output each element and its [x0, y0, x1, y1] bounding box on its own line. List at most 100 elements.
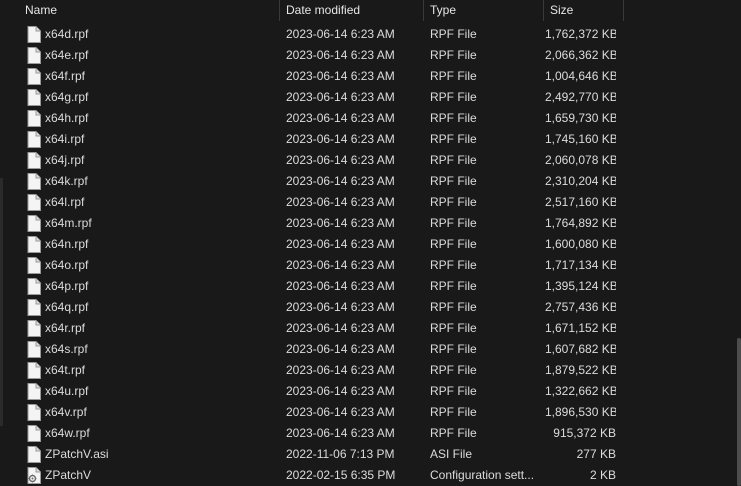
file-size: 2,757,436 KB [545, 300, 616, 314]
file-name: x64o.rpf [45, 258, 89, 272]
file-icon [27, 131, 41, 148]
column-header-name[interactable]: Name [25, 0, 57, 21]
file-name: x64h.rpf [45, 111, 89, 125]
file-date-modified: 2023-06-14 6:23 AM [286, 111, 395, 125]
file-name: x64m.rpf [45, 216, 92, 230]
file-name: x64k.rpf [45, 174, 88, 188]
file-type: RPF File [430, 48, 477, 62]
file-type: RPF File [430, 321, 477, 335]
file-type: RPF File [430, 216, 477, 230]
file-icon [27, 26, 41, 43]
file-icon [27, 215, 41, 232]
file-row[interactable]: x64s.rpf 2023-06-14 6:23 AM RPF File 1,607,… [0, 339, 741, 360]
file-row[interactable]: ZPatchV.asi 2022-11-06 7:13 PM ASI File 277… [0, 444, 741, 465]
file-size: 1,671,152 KB [545, 321, 616, 335]
file-size: 1,322,662 KB [545, 384, 616, 398]
file-row[interactable]: x64m.rpf 2023-06-14 6:23 AM RPF File 1,764,… [0, 213, 741, 234]
file-type: RPF File [430, 426, 477, 440]
file-list: x64d.rpf 2023-06-14 6:23 AM RPF File 1,762,… [0, 24, 741, 486]
file-date-modified: 2023-06-14 6:23 AM [286, 279, 395, 293]
file-name: x64r.rpf [45, 321, 86, 335]
left-pane-edge [0, 178, 3, 426]
file-size: 1,764,892 KB [545, 216, 616, 230]
file-type: RPF File [430, 342, 477, 356]
file-name: x64p.rpf [45, 279, 89, 293]
file-row[interactable]: x64l.rpf 2023-06-14 6:23 AM RPF File 2,517,… [0, 192, 741, 213]
file-date-modified: 2023-06-14 6:23 AM [286, 363, 395, 377]
file-type: RPF File [430, 111, 477, 125]
file-row[interactable]: x64g.rpf 2023-06-14 6:23 AM RPF File 2,492,… [0, 87, 741, 108]
file-type: RPF File [430, 237, 477, 251]
file-row[interactable]: x64u.rpf 2023-06-14 6:23 AM RPF File 1,322,… [0, 381, 741, 402]
file-size: 277 KB [576, 447, 616, 461]
file-row[interactable]: x64j.rpf 2023-06-14 6:23 AM RPF File 2,060,… [0, 150, 741, 171]
file-size: 1,745,160 KB [545, 132, 616, 146]
file-icon [27, 383, 41, 400]
column-header-size[interactable]: Size [550, 0, 573, 21]
settings-file-icon [27, 467, 41, 484]
file-type: RPF File [430, 195, 477, 209]
file-name: ZPatchV.asi [45, 447, 109, 461]
column-divider[interactable] [623, 0, 624, 21]
column-divider[interactable] [279, 0, 280, 21]
file-size: 2,066,362 KB [545, 48, 616, 62]
file-row[interactable]: x64e.rpf 2023-06-14 6:23 AM RPF File 2,066,… [0, 45, 741, 66]
file-explorer-list: Name Date modified Type Size x64d.rpf 202… [0, 0, 741, 486]
file-icon [27, 89, 41, 106]
file-icon [27, 173, 41, 190]
file-row[interactable]: x64o.rpf 2023-06-14 6:23 AM RPF File 1,717,… [0, 255, 741, 276]
file-row[interactable]: x64h.rpf 2023-06-14 6:23 AM RPF File 1,659,… [0, 108, 741, 129]
file-row[interactable]: x64p.rpf 2023-06-14 6:23 AM RPF File 1,395,… [0, 276, 741, 297]
file-date-modified: 2023-06-14 6:23 AM [286, 195, 395, 209]
file-type: RPF File [430, 27, 477, 41]
file-size: 2 KB [589, 468, 616, 482]
file-date-modified: 2023-06-14 6:23 AM [286, 90, 395, 104]
file-type: RPF File [430, 363, 477, 377]
file-date-modified: 2023-06-14 6:23 AM [286, 27, 395, 41]
file-date-modified: 2023-06-14 6:23 AM [286, 426, 395, 440]
file-icon [27, 425, 41, 442]
file-date-modified: 2023-06-14 6:23 AM [286, 342, 395, 356]
column-divider[interactable] [423, 0, 424, 21]
file-row[interactable]: ZPatchV 2022-02-15 6:35 PM Configuration s… [0, 465, 741, 486]
file-row[interactable]: x64v.rpf 2023-06-14 6:23 AM RPF File 1,896,… [0, 402, 741, 423]
file-date-modified: 2023-06-14 6:23 AM [286, 258, 395, 272]
file-row[interactable]: x64t.rpf 2023-06-14 6:23 AM RPF File 1,879,… [0, 360, 741, 381]
file-date-modified: 2023-06-14 6:23 AM [286, 405, 395, 419]
file-date-modified: 2023-06-14 6:23 AM [286, 132, 395, 146]
file-date-modified: 2023-06-14 6:23 AM [286, 237, 395, 251]
file-date-modified: 2022-02-15 6:35 PM [286, 468, 396, 482]
file-icon [27, 341, 41, 358]
vertical-scrollbar[interactable] [735, 0, 741, 486]
file-size: 2,060,078 KB [545, 153, 616, 167]
file-size: 2,310,204 KB [545, 174, 616, 188]
file-size: 1,395,124 KB [545, 279, 616, 293]
file-name: x64j.rpf [45, 153, 85, 167]
file-icon [27, 404, 41, 421]
column-header-date[interactable]: Date modified [286, 0, 360, 21]
file-type: RPF File [430, 258, 477, 272]
file-row[interactable]: x64k.rpf 2023-06-14 6:23 AM RPF File 2,310,… [0, 171, 741, 192]
file-name: x64q.rpf [45, 300, 89, 314]
file-type: RPF File [430, 279, 477, 293]
file-row[interactable]: x64w.rpf 2023-06-14 6:23 AM RPF File 915,37… [0, 423, 741, 444]
column-header-type[interactable]: Type [430, 0, 456, 21]
file-row[interactable]: x64d.rpf 2023-06-14 6:23 AM RPF File 1,762,… [0, 24, 741, 45]
file-icon [27, 446, 41, 463]
file-date-modified: 2023-06-14 6:23 AM [286, 384, 395, 398]
column-divider[interactable] [543, 0, 544, 21]
scrollbar-thumb[interactable] [737, 338, 741, 486]
file-type: RPF File [430, 300, 477, 314]
file-row[interactable]: x64q.rpf 2023-06-14 6:23 AM RPF File 2,757,… [0, 297, 741, 318]
file-row[interactable]: x64i.rpf 2023-06-14 6:23 AM RPF File 1,745,… [0, 129, 741, 150]
file-row[interactable]: x64r.rpf 2023-06-14 6:23 AM RPF File 1,671,… [0, 318, 741, 339]
file-name: x64u.rpf [45, 384, 89, 398]
file-icon [27, 194, 41, 211]
file-date-modified: 2023-06-14 6:23 AM [286, 174, 395, 188]
file-row[interactable]: x64f.rpf 2023-06-14 6:23 AM RPF File 1,004,… [0, 66, 741, 87]
file-row[interactable]: x64n.rpf 2023-06-14 6:23 AM RPF File 1,600,… [0, 234, 741, 255]
file-size: 1,600,080 KB [545, 237, 616, 251]
file-size: 915,372 KB [553, 426, 616, 440]
file-name: x64s.rpf [45, 342, 88, 356]
file-type: RPF File [430, 405, 477, 419]
